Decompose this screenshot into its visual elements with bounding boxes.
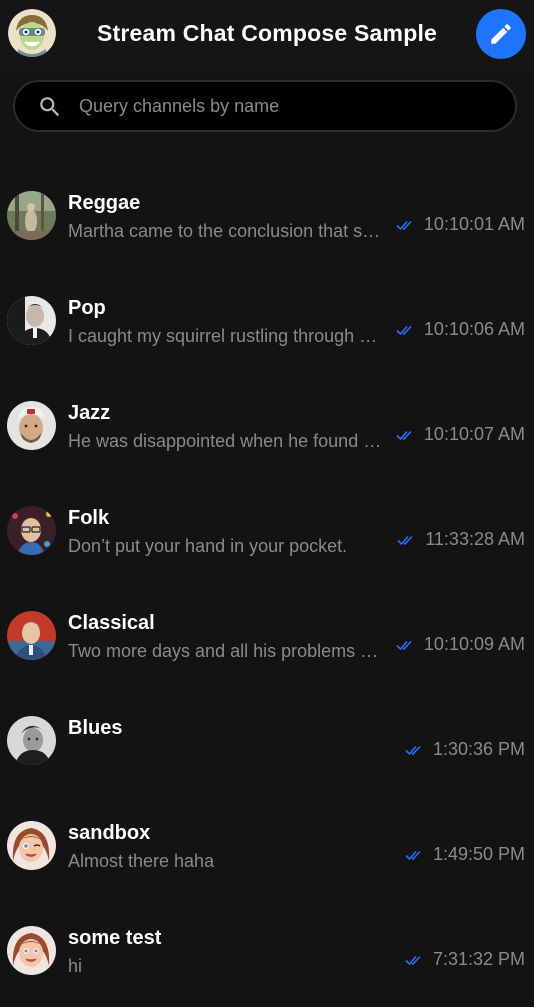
- double-check-icon: [396, 430, 412, 440]
- channel-timestamp: 10:10:07 AM: [423, 424, 525, 444]
- channel-meta: 10:10:06 AM: [396, 319, 525, 340]
- channel-meta: 10:10:01 AM: [396, 214, 525, 235]
- channel-list: Reggae Martha came to the conclusion tha…: [0, 163, 534, 1003]
- channel-timestamp: 10:10:01 AM: [423, 214, 525, 234]
- channel-item-reggae[interactable]: Reggae Martha came to the conclusion tha…: [0, 163, 534, 268]
- channel-timestamp: 11:33:28 AM: [425, 529, 525, 549]
- channel-name: Reggae: [68, 192, 141, 214]
- channel-last-message: Almost there haha: [68, 851, 215, 871]
- channel-meta: 11:33:28 AM: [397, 529, 525, 550]
- channel-avatar: [7, 506, 56, 555]
- channel-name: Jazz: [68, 402, 111, 424]
- double-check-icon: [396, 220, 412, 230]
- channel-last-message: I caught my squirrel rustling through my…: [68, 326, 382, 346]
- channel-item-sandbox[interactable]: sandbox Almost there haha 1:49:50 PM: [0, 793, 534, 898]
- app-root: Stream Chat Compose Sample Query channel…: [0, 0, 534, 1007]
- new-channel-button[interactable]: [476, 9, 526, 59]
- channel-name: Pop: [68, 297, 106, 319]
- channel-avatar: [7, 716, 56, 765]
- search-bar: [13, 80, 517, 132]
- channel-last-message: Martha came to the conclusion that shutt…: [68, 221, 382, 241]
- channel-avatar: [7, 401, 56, 450]
- channel-avatar: [7, 611, 56, 660]
- channel-name: Classical: [68, 612, 155, 634]
- channel-avatar: [7, 296, 56, 345]
- search-icon: [40, 97, 60, 117]
- channel-meta: 1:49:50 PM: [405, 844, 525, 865]
- double-check-icon: [396, 640, 412, 650]
- double-check-icon: [397, 535, 413, 545]
- channel-meta: 7:31:32 PM: [405, 949, 525, 970]
- pencil-icon: [491, 24, 511, 44]
- channel-item-folk[interactable]: Folk Don’t put your hand in your pocket.…: [0, 478, 534, 583]
- channel-timestamp: 1:49:50 PM: [432, 844, 525, 864]
- channel-timestamp: 10:10:06 AM: [423, 319, 525, 339]
- channel-avatar: [7, 926, 56, 975]
- channel-meta: 10:10:07 AM: [396, 424, 525, 445]
- double-check-icon: [405, 850, 421, 860]
- channel-avatar: [7, 191, 56, 240]
- double-check-icon: [405, 745, 421, 755]
- channel-last-message: hi: [68, 956, 83, 976]
- channel-avatar: [7, 821, 56, 870]
- channel-item-some-test[interactable]: some test hi 7:31:32 PM: [0, 898, 534, 1003]
- channel-name: Blues: [68, 717, 123, 739]
- channel-timestamp: 7:31:32 PM: [432, 949, 525, 969]
- channel-meta: 1:30:36 PM: [405, 739, 525, 760]
- search-input[interactable]: [79, 82, 499, 130]
- channel-name: sandbox: [68, 822, 151, 844]
- channel-item-jazz[interactable]: Jazz He was disappointed when he found t…: [0, 373, 534, 478]
- page-title: Stream Chat Compose Sample: [96, 20, 438, 46]
- double-check-icon: [396, 325, 412, 335]
- channel-timestamp: 1:30:36 PM: [432, 739, 525, 759]
- double-check-icon: [405, 955, 421, 965]
- channel-last-message: Don’t put your hand in your pocket.: [68, 536, 348, 556]
- channel-last-message: He was disappointed when he found the be…: [68, 431, 382, 451]
- channel-last-message: Two more days and all his problems would…: [68, 641, 382, 661]
- channel-meta: 10:10:09 AM: [396, 634, 525, 655]
- channel-name: some test: [68, 927, 162, 949]
- channel-timestamp: 10:10:09 AM: [423, 634, 525, 654]
- channel-name: Folk: [68, 507, 110, 529]
- channel-item-pop[interactable]: Pop I caught my squirrel rustling throug…: [0, 268, 534, 373]
- channel-item-classical[interactable]: Classical Two more days and all his prob…: [0, 583, 534, 688]
- channel-item-blues[interactable]: Blues 1:30:36 PM: [0, 688, 534, 793]
- app-header: Stream Chat Compose Sample: [0, 0, 534, 70]
